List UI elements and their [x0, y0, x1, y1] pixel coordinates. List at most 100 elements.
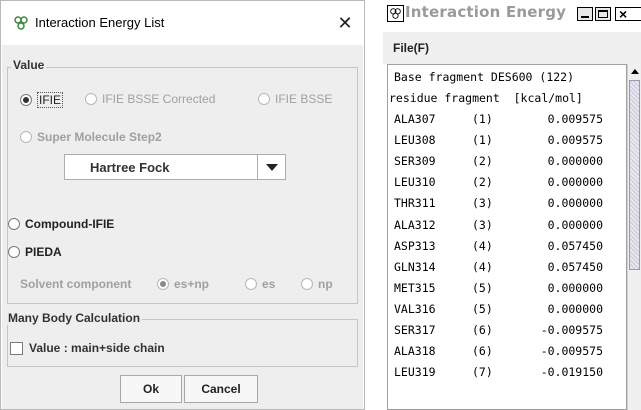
value-cell: 0.009575 — [547, 133, 603, 148]
energy-text-area[interactable]: Base fragment DES600 (122) residue fragm… — [387, 64, 627, 410]
residue-cell: ALA312 — [394, 217, 436, 232]
table-row: ALA307 (1) 0.009575 — [388, 109, 618, 130]
window-title: Interaction Energy — [405, 3, 567, 21]
value-cell: -0.019150 — [540, 365, 603, 380]
dialog-title: Interaction Energy List — [35, 15, 165, 30]
minimize-icon[interactable] — [577, 7, 593, 21]
main-side-chain-checkbox-box — [10, 341, 23, 355]
maximize-icon[interactable] — [595, 7, 611, 21]
residue-cell: SER317 — [394, 323, 436, 337]
fragment-cell: (2) — [472, 154, 493, 169]
interaction-energy-list-dialog: Interaction Energy List ✕ Value IFIE IFI… — [0, 0, 365, 410]
window-titlebar: Interaction Energy × — [383, 0, 641, 32]
table-row: ALA318 (6) -0.009575 — [388, 341, 618, 362]
close-icon[interactable]: ✕ — [333, 11, 357, 35]
residue-cell: LEU310 — [394, 175, 436, 190]
base-fragment-line: Base fragment DES600 (122) — [394, 70, 575, 84]
table-row: ASP313 (4) 0.057450 — [388, 236, 618, 257]
value-cell: 0.057450 — [547, 259, 603, 274]
fragment-cell: (2) — [472, 175, 493, 190]
menu-bar: File(F) — [383, 32, 641, 64]
radio-solvent-es-np-label: es+np — [174, 277, 210, 291]
table-row: VAL316 (5) 0.000000 — [388, 299, 618, 320]
cancel-button[interactable]: Cancel — [184, 375, 258, 403]
dialog-body: Value IFIE IFIE BSSE Corrected IFIE BSSE… — [2, 45, 363, 409]
dialog-titlebar: Interaction Energy List ✕ — [1, 1, 364, 45]
many-body-group-label: Many Body Calculation — [6, 311, 143, 325]
radio-solvent-np-indicator — [301, 278, 313, 290]
radio-super-molecule-step2-indicator — [20, 131, 32, 143]
radio-solvent-es-np-indicator — [157, 278, 169, 290]
close-icon[interactable]: × — [615, 7, 641, 21]
value-cell: -0.009575 — [540, 344, 603, 359]
fragment-cell: (5) — [472, 280, 493, 295]
method-select[interactable]: Hartree Fock — [64, 154, 286, 180]
radio-pieda-indicator — [8, 246, 20, 258]
radio-solvent-es-np[interactable]: es+np — [157, 277, 209, 291]
residue-cell: GLN314 — [394, 259, 436, 274]
table-row: LEU308 (1) 0.009575 — [388, 130, 618, 151]
radio-solvent-np[interactable]: np — [301, 277, 333, 291]
table-row: MET315 (5) 0.000000 — [388, 278, 618, 299]
radio-ifie-indicator — [20, 94, 32, 106]
residue-cell: MET315 — [394, 280, 436, 295]
radio-compound-ifie[interactable]: Compound-IFIE — [8, 217, 114, 231]
chevron-down-icon[interactable] — [257, 155, 285, 179]
radio-ifie-bsse-label: IFIE BSSE — [275, 92, 333, 106]
radio-pieda[interactable]: PIEDA — [8, 245, 62, 259]
ok-button[interactable]: Ok — [120, 375, 182, 403]
fragment-cell: (1) — [472, 133, 493, 148]
menu-file[interactable]: File(F) — [393, 41, 429, 55]
radio-ifie-bsse-indicator — [258, 93, 270, 105]
scroll-up-arrow-icon[interactable] — [628, 64, 641, 80]
main-side-chain-checkbox-label: Value : main+side chain — [29, 341, 165, 355]
method-select-value: Hartree Fock — [90, 160, 170, 175]
vertical-scrollbar[interactable] — [627, 64, 641, 410]
value-cell: 0.000000 — [547, 280, 603, 295]
residue-cell: VAL316 — [394, 301, 436, 316]
value-cell: 0.000000 — [547, 154, 603, 169]
radio-ifie-bsse-corrected-indicator — [85, 93, 97, 105]
value-cell: 0.000000 — [547, 175, 603, 190]
radio-super-molecule-step2-label: Super Molecule Step2 — [37, 130, 162, 144]
molecule-icon — [387, 5, 404, 22]
value-cell: -0.009575 — [540, 323, 603, 337]
solvent-component-label: Solvent component — [20, 277, 132, 291]
radio-super-molecule-step2[interactable]: Super Molecule Step2 — [20, 130, 162, 144]
residue-cell: LEU308 — [394, 133, 436, 148]
value-cell: 0.000000 — [547, 217, 603, 232]
radio-solvent-np-label: np — [318, 277, 333, 291]
table-row: ALA312 (3) 0.000000 — [388, 215, 618, 236]
radio-solvent-es[interactable]: es — [245, 277, 275, 291]
residue-cell: SER309 — [394, 154, 436, 169]
value-group-label: Value — [11, 58, 47, 72]
radio-ifie[interactable]: IFIE — [20, 92, 64, 108]
radio-compound-ifie-label: Compound-IFIE — [25, 217, 115, 231]
fragment-cell: (4) — [472, 238, 493, 253]
table-row: GLN314 (4) 0.057450 — [388, 257, 618, 278]
radio-ifie-bsse-corrected[interactable]: IFIE BSSE Corrected — [85, 92, 215, 106]
column-header-line: residue fragment [kcal/mol] — [389, 91, 583, 105]
fragment-cell: (6) — [472, 344, 493, 359]
radio-ifie-label: IFIE — [37, 92, 64, 108]
residue-cell: LEU319 — [394, 365, 436, 380]
residue-cell: ASP313 — [394, 238, 436, 253]
value-cell: 0.057450 — [547, 238, 603, 253]
fragment-cell: (3) — [472, 217, 493, 232]
table-row: SER317 (6) -0.009575 — [388, 320, 618, 341]
value-cell: 0.000000 — [547, 301, 603, 316]
residue-cell: ALA307 — [394, 112, 436, 126]
scrollbar-thumb[interactable] — [629, 80, 640, 270]
fragment-cell: (4) — [472, 259, 493, 274]
molecule-icon — [14, 16, 28, 30]
radio-solvent-es-indicator — [245, 278, 257, 290]
radio-solvent-es-label: es — [262, 277, 276, 291]
radio-pieda-label: PIEDA — [25, 245, 62, 259]
value-cell: 0.000000 — [547, 196, 603, 211]
fragment-cell: (3) — [472, 196, 493, 211]
fragment-cell: (6) — [472, 323, 493, 337]
interaction-energy-window: Interaction Energy × File(F) Base fragme… — [383, 0, 641, 410]
radio-ifie-bsse[interactable]: IFIE BSSE — [258, 92, 332, 106]
main-side-chain-checkbox[interactable]: Value : main+side chain — [10, 341, 165, 355]
table-row: THR311 (3) 0.000000 — [388, 193, 618, 214]
